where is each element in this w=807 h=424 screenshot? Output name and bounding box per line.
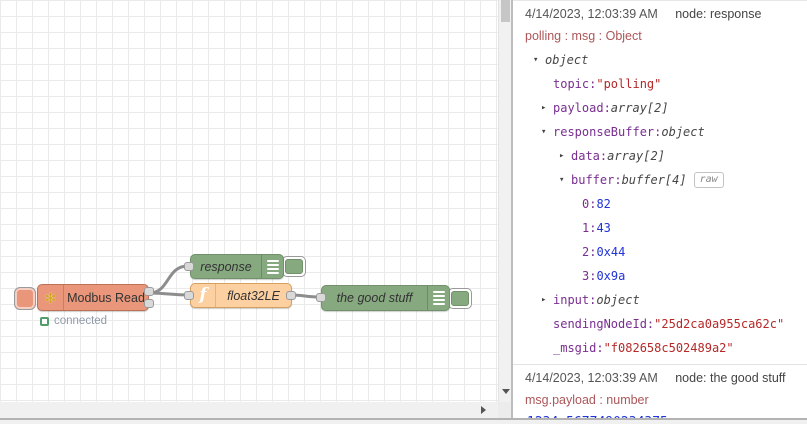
tree-value: object xyxy=(596,293,640,307)
tree-value: object xyxy=(545,53,589,67)
tree-key: topic: xyxy=(553,77,597,91)
wire-modbus-to-response[interactable] xyxy=(147,264,190,295)
function-node-label: float32LE xyxy=(227,288,280,303)
node-response[interactable]: response xyxy=(190,254,284,279)
tree-key: 3: xyxy=(582,269,597,283)
tree-row-data[interactable]: ▸ data: array[2] xyxy=(525,144,801,168)
tree-value: array[2] xyxy=(607,149,665,163)
tree-expand-icon[interactable]: ▾ xyxy=(541,127,553,137)
debug-timestamp: 4/14/2023, 12:03:39 AM xyxy=(525,371,658,385)
goodstuff-node-label: the good stuff xyxy=(336,291,413,305)
tree-row-buffer[interactable]: ▾ buffer: buffer[4] raw xyxy=(525,168,801,192)
tree-row-sendingNodeId: sendingNodeId: "25d2ca0a955ca62c" xyxy=(525,312,801,336)
tree-expand-icon[interactable]: ▾ xyxy=(559,175,571,185)
raw-toggle-button[interactable]: raw xyxy=(693,172,724,188)
debug-icon xyxy=(427,286,449,310)
node-good-stuff[interactable]: the good stuff xyxy=(321,285,450,311)
node-modbus-read[interactable]: ✻ Modbus Read xyxy=(37,284,149,311)
tree-expand-icon[interactable]: ▸ xyxy=(541,295,553,305)
debug-timestamp: 4/14/2023, 12:03:39 AM xyxy=(525,7,658,21)
scroll-right-arrow-icon[interactable] xyxy=(481,406,486,414)
tree-key: 1: xyxy=(582,221,597,235)
tree-key: 2: xyxy=(582,245,597,259)
tree-key: sendingNodeId: xyxy=(553,317,655,331)
tree-row-3: 3: 0x9a xyxy=(525,264,801,288)
tree-value: 43 xyxy=(596,221,611,235)
tree-expand-icon[interactable]: ▸ xyxy=(559,151,571,161)
wire-layer xyxy=(147,264,322,299)
tree-key: data: xyxy=(571,149,608,163)
debug-source-node: node: the good stuff xyxy=(675,371,786,385)
canvas-horizontal-scrollbar[interactable] xyxy=(0,402,498,418)
tree-row-payload[interactable]: ▸ payload: array[2] xyxy=(525,96,801,120)
goodstuff-input-port[interactable] xyxy=(316,293,326,302)
tree-key: input: xyxy=(553,293,597,307)
debug-message-meta: polling : msg : Object xyxy=(525,29,642,43)
response-debug-toggle-button[interactable] xyxy=(282,256,306,277)
debug-icon xyxy=(261,255,283,278)
modbus-icon-region: ✻ xyxy=(38,285,64,310)
tree-value: object xyxy=(661,125,705,139)
modbus-trigger-button[interactable] xyxy=(14,287,36,310)
modbus-output-port-2[interactable] xyxy=(144,299,154,308)
debug-object-tree: ▾ object topic: "polling" ▸ payload: array[2… xyxy=(525,48,801,360)
tree-row-responseBuffer[interactable]: ▾ responseBuffer: object xyxy=(525,120,801,144)
wire-modbus-to-function[interactable] xyxy=(147,291,190,297)
function-icon-region: f xyxy=(191,284,216,307)
tree-value: buffer[4] xyxy=(621,173,687,187)
goodstuff-debug-toggle-button[interactable] xyxy=(448,288,472,309)
tree-expand-icon[interactable]: ▸ xyxy=(541,103,553,113)
tree-value: "25d2ca0a955ca62c" xyxy=(654,317,785,331)
tree-value: array[2] xyxy=(610,101,669,115)
tree-row-_msgid: _msgid: "f082658c502489a2" xyxy=(525,336,801,360)
status-ring-icon xyxy=(40,316,49,326)
function-f-icon: f xyxy=(199,285,207,305)
tree-row-0: 0: 82 xyxy=(525,192,801,216)
modbus-output-port-1[interactable] xyxy=(144,287,154,296)
scroll-down-arrow-icon[interactable] xyxy=(502,389,510,394)
tree-row-1: 1: 43 xyxy=(525,216,801,240)
tree-row-2: 2: 0x44 xyxy=(525,240,801,264)
tree-value: 82 xyxy=(596,197,611,211)
tree-key: payload: xyxy=(553,101,611,115)
goodstuff-toggle-fill xyxy=(451,291,469,306)
debug-message-header: 4/14/2023, 12:03:39 AM node: the good st… xyxy=(525,370,801,387)
modbus-node-label: Modbus Read xyxy=(67,290,145,305)
debug-message-response: 4/14/2023, 12:03:39 AM node: response po… xyxy=(513,1,807,364)
tree-row-topic: topic: "polling" xyxy=(525,72,801,96)
vertical-scrollbar-thumb[interactable] xyxy=(501,0,510,22)
canvas-vertical-scrollbar[interactable] xyxy=(498,0,511,402)
response-input-port[interactable] xyxy=(184,262,194,271)
tree-row-input[interactable]: ▸ input: object xyxy=(525,288,801,312)
modbus-serial-icon: ✻ xyxy=(44,289,57,306)
function-output-port[interactable] xyxy=(286,291,296,300)
window-bottom-strip xyxy=(0,420,807,424)
function-input-port[interactable] xyxy=(184,291,194,300)
debug-message-header: 4/14/2023, 12:03:39 AM node: response xyxy=(525,6,801,23)
response-node-label: response xyxy=(200,259,252,274)
debug-sidebar: 4/14/2023, 12:03:39 AM node: response po… xyxy=(513,0,807,418)
debug-message-meta: msg.payload : number xyxy=(525,393,649,407)
tree-key: _msgid: xyxy=(553,341,604,355)
tree-key: responseBuffer: xyxy=(553,125,662,139)
tree-row-object[interactable]: ▾ object xyxy=(525,48,801,72)
tree-value: "polling" xyxy=(596,77,662,91)
tree-key: 0: xyxy=(582,197,597,211)
tree-key: buffer: xyxy=(571,173,622,187)
debug-message-good-stuff: 4/14/2023, 12:03:39 AM node: the good st… xyxy=(513,364,807,418)
tree-expand-icon[interactable]: ▾ xyxy=(533,55,545,65)
tree-value: 0x44 xyxy=(596,245,626,259)
modbus-status: connected xyxy=(40,315,107,327)
tree-value: "f082658c502489a2" xyxy=(603,341,734,355)
scrollbar-corner xyxy=(498,402,511,418)
response-toggle-fill xyxy=(285,259,303,274)
tree-value: 0x9a xyxy=(596,269,626,283)
debug-source-node: node: response xyxy=(675,7,762,21)
status-text: connected xyxy=(54,315,108,327)
flow-canvas[interactable]: ✻ Modbus Read connected response f float… xyxy=(0,0,498,402)
node-float32le[interactable]: f float32LE xyxy=(190,283,292,308)
